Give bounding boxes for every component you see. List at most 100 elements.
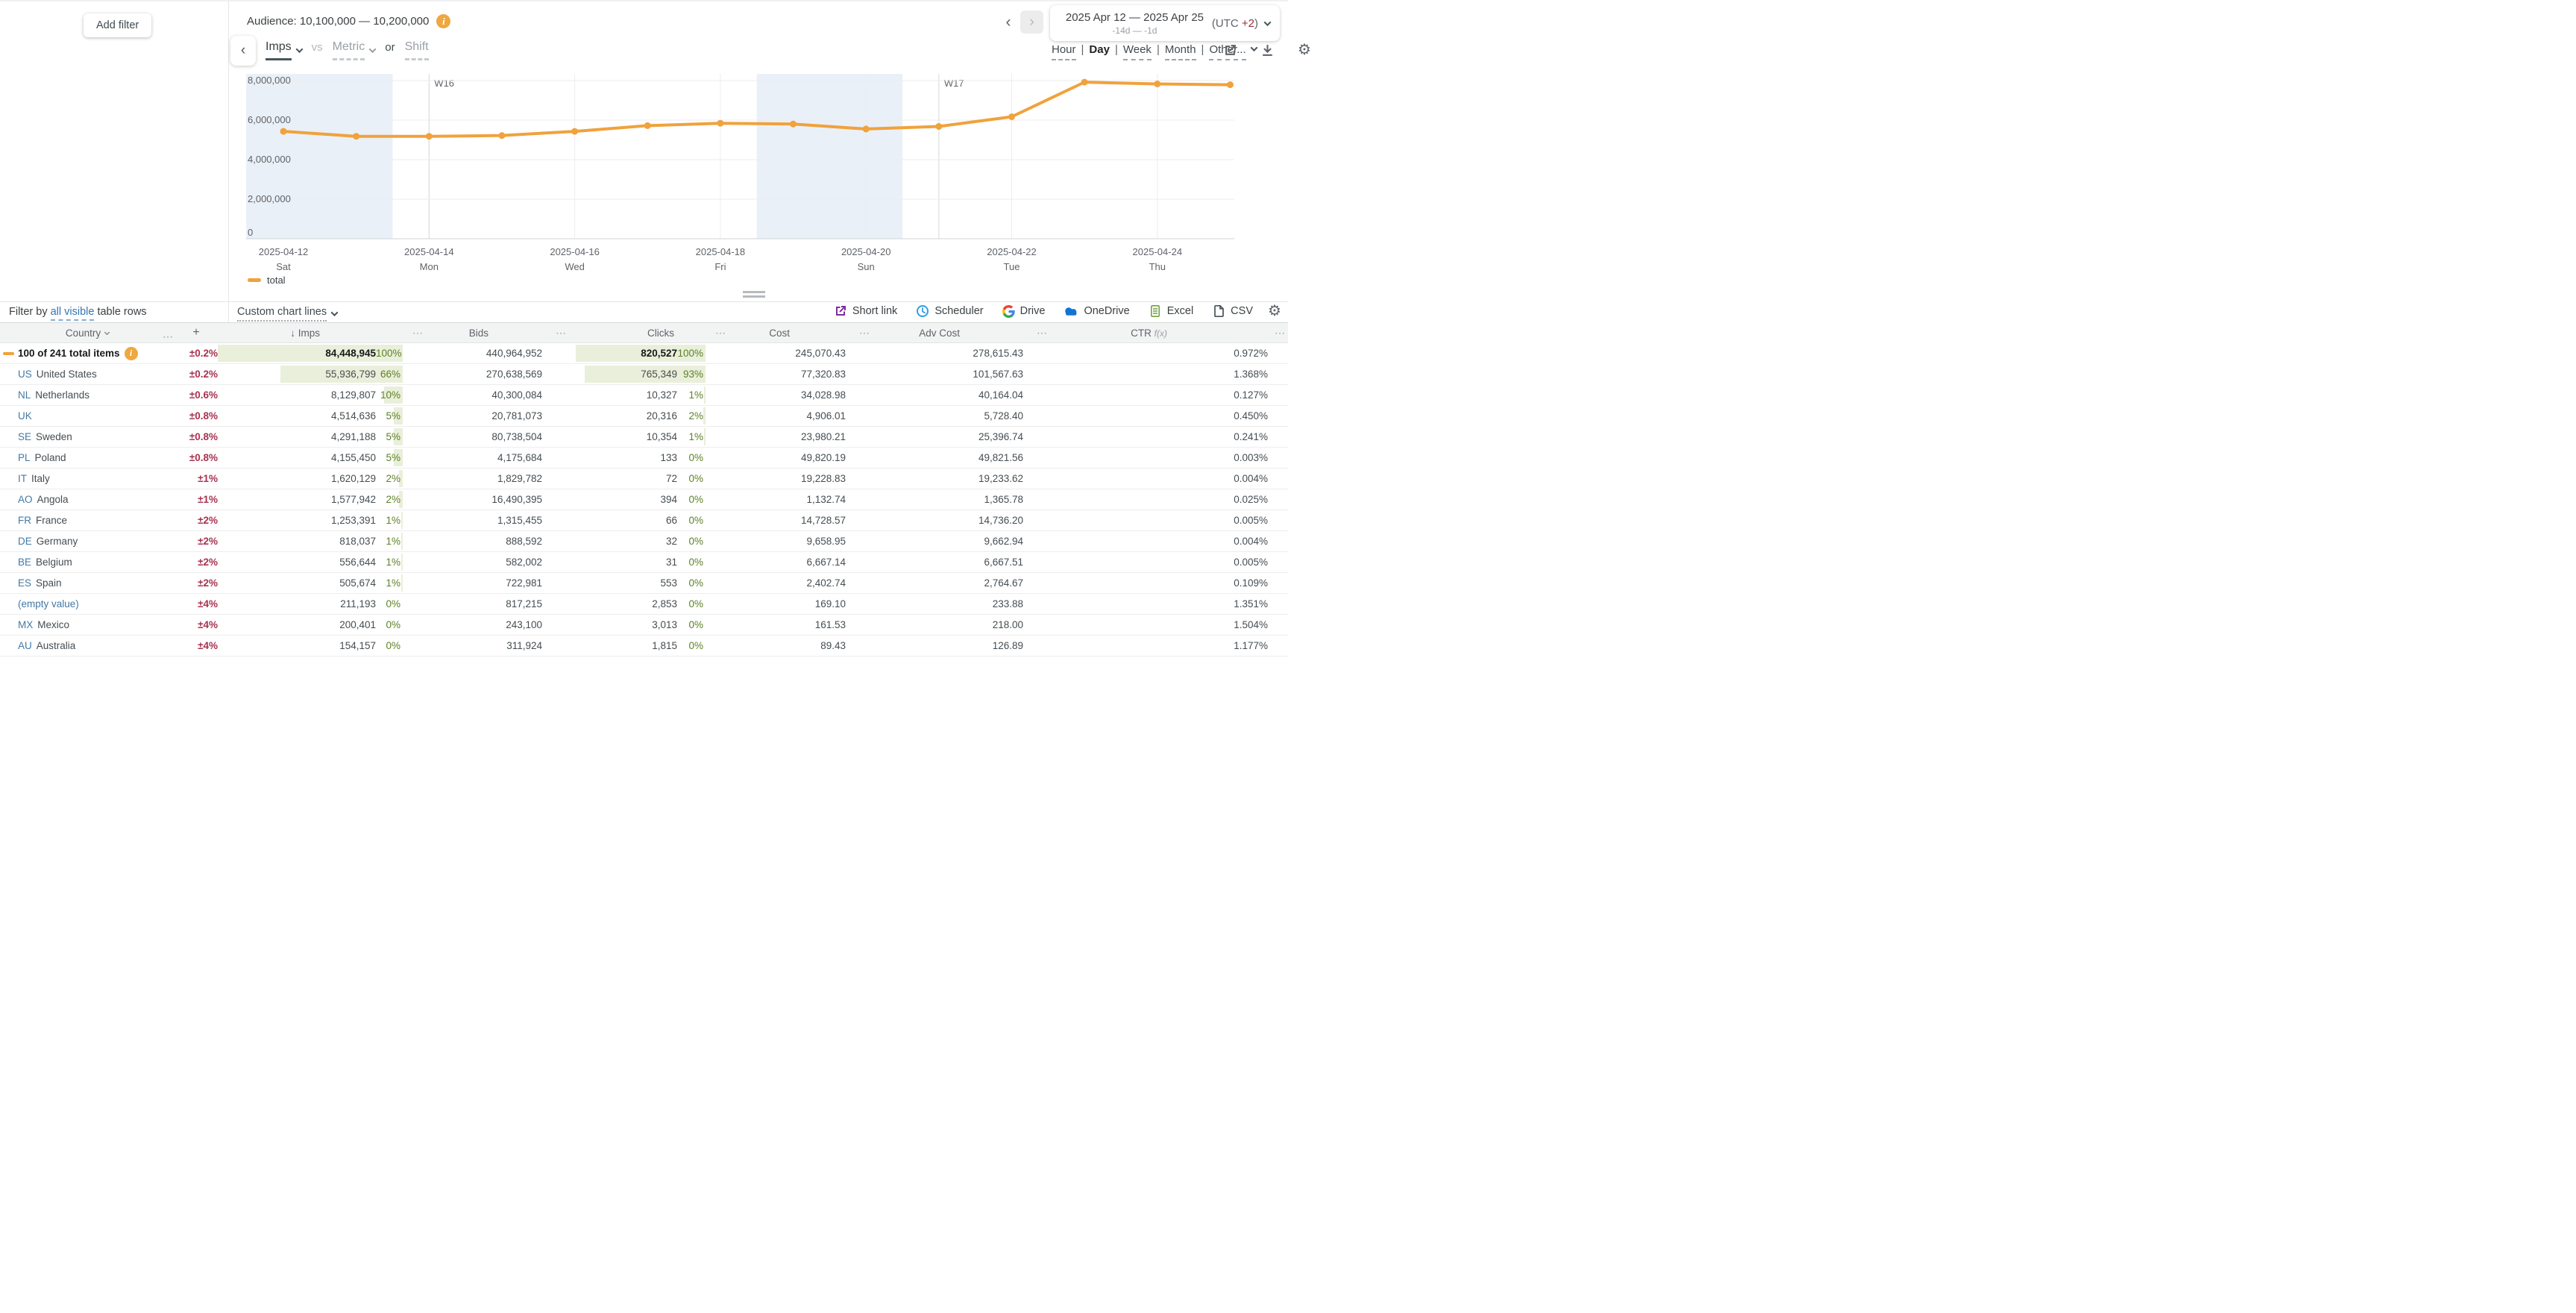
date-range-picker[interactable]: 2025 Apr 12 — 2025 Apr 25 -14d — -1d (UT… — [1050, 5, 1280, 41]
imps-value: 818,037 — [339, 536, 376, 547]
shift-toggle[interactable]: Shift — [404, 40, 429, 60]
drive-link[interactable]: Drive — [1002, 304, 1045, 318]
country-cell[interactable]: UK — [18, 410, 175, 422]
country-cell[interactable]: US United States — [18, 369, 175, 380]
clicks-percent: 0% — [688, 536, 703, 547]
cost-column-menu[interactable]: ⋯ — [849, 327, 879, 339]
add-column-button[interactable]: + — [175, 326, 218, 339]
ctr-cell: 1.504% — [1234, 619, 1268, 630]
table-row[interactable]: SE Sweden ±0.8% 4,291,188 5% 80,738,504 10,354… — [0, 427, 1288, 448]
country-cell[interactable]: BE Belgium — [18, 557, 175, 568]
column-header-cost[interactable]: Cost — [735, 328, 849, 339]
table-row[interactable]: (empty value) ±4% 211,193 0% 817,215 2,853 0% 1… — [0, 594, 1288, 615]
column-header-adv-cost[interactable]: Adv Cost — [879, 328, 1027, 339]
adv-cost-column-menu[interactable]: ⋯ — [1027, 327, 1057, 339]
table-row[interactable]: BE Belgium ±2% 556,644 1% 582,002 31 0% 6,667.14… — [0, 552, 1288, 573]
sampling-error-cell: ±4% — [198, 640, 218, 651]
onedrive-link[interactable]: OneDrive — [1064, 305, 1130, 317]
csv-link[interactable]: CSV — [1212, 304, 1253, 318]
table-row[interactable]: UK ±0.8% 4,514,636 5% 20,781,073 20,316 2% 4,90… — [0, 406, 1288, 427]
date-next-button[interactable]: › — [1020, 10, 1043, 34]
cost-cell: 2,402.74 — [806, 577, 846, 589]
granularity-option-month[interactable]: Month — [1164, 43, 1196, 60]
country-cell[interactable]: IT Italy — [18, 473, 175, 484]
table-row[interactable]: MX Mexico ±4% 200,401 0% 243,100 3,013 0% 161.53… — [0, 615, 1288, 636]
info-icon[interactable]: i — [436, 14, 451, 28]
scheduler-link[interactable]: Scheduler — [916, 304, 984, 318]
ctr-column-menu[interactable]: ⋯ — [1272, 327, 1288, 339]
utc-selector[interactable]: (UTC +2) — [1212, 17, 1280, 30]
column-header-bids[interactable]: Bids — [433, 328, 546, 339]
date-prev-button[interactable]: ‹ — [998, 11, 1019, 34]
info-icon[interactable]: i — [124, 346, 138, 360]
table-row[interactable]: AU Australia ±4% 154,157 0% 311,924 1,815 0% 89.… — [0, 636, 1288, 656]
country-cell[interactable]: AO Angola — [18, 494, 175, 505]
cost-cell: 6,667.14 — [806, 557, 846, 568]
sampling-error-cell: ±1% — [198, 494, 218, 505]
cost-cell: 169.10 — [814, 598, 846, 610]
short-link-link[interactable]: Short link — [834, 304, 897, 318]
gear-icon[interactable]: ⚙ — [1298, 43, 1311, 61]
data-point — [353, 133, 360, 140]
country-cell[interactable]: AU Australia — [18, 640, 175, 651]
table-row[interactable]: ES Spain ±2% 505,674 1% 722,981 553 0% 2,402.74 2… — [0, 573, 1288, 594]
x-axis-date-label: 2025-04-12 — [259, 246, 309, 257]
date-range-relative: -14d — -1d — [1112, 25, 1157, 36]
clicks-column-menu[interactable]: ⋯ — [706, 327, 735, 339]
chevron-down-icon — [1263, 18, 1272, 26]
adv_cost-cell: 9,662.94 — [984, 536, 1023, 547]
table-row[interactable]: AO Angola ±1% 1,577,942 2% 16,490,395 394 0% 1,1… — [0, 489, 1288, 510]
column-header-imps[interactable]: ↓ Imps — [218, 328, 376, 339]
column-header-clicks[interactable]: Clicks — [576, 328, 677, 339]
chart-action-icons: ⚙ — [1223, 43, 1311, 61]
compare-metric-dropdown[interactable]: Metric — [332, 40, 377, 60]
excel-link[interactable]: Excel — [1149, 304, 1193, 318]
country-cell[interactable]: ES Spain — [18, 577, 175, 589]
country-cell[interactable]: PL Poland — [18, 452, 175, 463]
table-row[interactable]: US United States ±0.2% 55,936,799 66% 270,638… — [0, 364, 1288, 385]
granularity-option-hour[interactable]: Hour — [1052, 43, 1076, 60]
chart-back-button[interactable]: ‹ — [230, 36, 256, 66]
clicks-cell: 2,853 0% — [576, 594, 706, 614]
country-cell[interactable]: SE Sweden — [18, 431, 175, 442]
table-row[interactable]: NL Netherlands ±0.6% 8,129,807 10% 40,300,084… — [0, 385, 1288, 406]
imps-column-menu[interactable]: ⋯ — [403, 327, 433, 339]
vs-label: vs — [311, 41, 323, 54]
country-cell[interactable]: NL Netherlands — [18, 389, 175, 401]
country-cell[interactable]: 100 of 241 total items i — [18, 346, 175, 360]
table-row[interactable]: PL Poland ±0.8% 4,155,450 5% 4,175,684 133 0% 49… — [0, 448, 1288, 469]
cost-cell: 245,070.43 — [795, 348, 846, 359]
country-column-menu[interactable]: ⋯ — [163, 330, 173, 343]
country-cell[interactable]: MX Mexico — [18, 619, 175, 630]
bids-cell: 311,924 — [506, 640, 542, 651]
custom-chart-lines-dropdown[interactable]: Custom chart lines — [237, 306, 339, 322]
column-header-country[interactable]: Country ⋯ — [0, 328, 175, 342]
granularity-option-day[interactable]: Day — [1089, 43, 1110, 56]
download-icon[interactable] — [1260, 43, 1275, 61]
column-header-ctr[interactable]: CTR f(x) — [1057, 328, 1272, 339]
country-cell[interactable]: (empty value) — [18, 598, 175, 610]
legend-label-total[interactable]: total — [267, 275, 286, 286]
table-row[interactable]: DE Germany ±2% 818,037 1% 888,592 32 0% 9,658.95… — [0, 531, 1288, 552]
country-cell[interactable]: DE Germany — [18, 536, 175, 547]
table-row[interactable]: FR France ±2% 1,253,391 1% 1,315,455 66 0% 14,72… — [0, 510, 1288, 531]
chart-resize-handle[interactable] — [743, 291, 765, 300]
all-visible-link[interactable]: all visible — [50, 306, 95, 321]
country-cell[interactable]: FR France — [18, 515, 175, 526]
primary-metric-dropdown[interactable]: Imps — [266, 40, 304, 60]
table-row[interactable]: IT Italy ±1% 1,620,129 2% 1,829,782 72 0% 19,228… — [0, 469, 1288, 489]
table-gear-icon[interactable]: ⚙ — [1268, 304, 1281, 319]
week-marker-label: W16 — [434, 78, 454, 89]
clicks-cell: 31 0% — [576, 552, 706, 572]
imps-percent: 100% — [376, 348, 402, 359]
time-series-chart[interactable]: W16 W17 0 2,000,000 4,000,000 6,000,000 8,000,… — [0, 69, 1288, 285]
ctr-cell: 0.025% — [1234, 494, 1268, 505]
open-in-new-icon[interactable] — [1223, 43, 1237, 61]
sampling-error-cell: ±2% — [198, 536, 218, 547]
bids-column-menu[interactable]: ⋯ — [546, 327, 576, 339]
country-name: (empty value) — [18, 598, 79, 610]
add-filter-button[interactable]: Add filter — [84, 13, 152, 37]
cost-cell: 77,320.83 — [800, 369, 846, 380]
table-total-row[interactable]: 100 of 241 total items i ±0.2% 84,448,945 10… — [0, 343, 1288, 364]
granularity-option-week[interactable]: Week — [1122, 43, 1152, 60]
